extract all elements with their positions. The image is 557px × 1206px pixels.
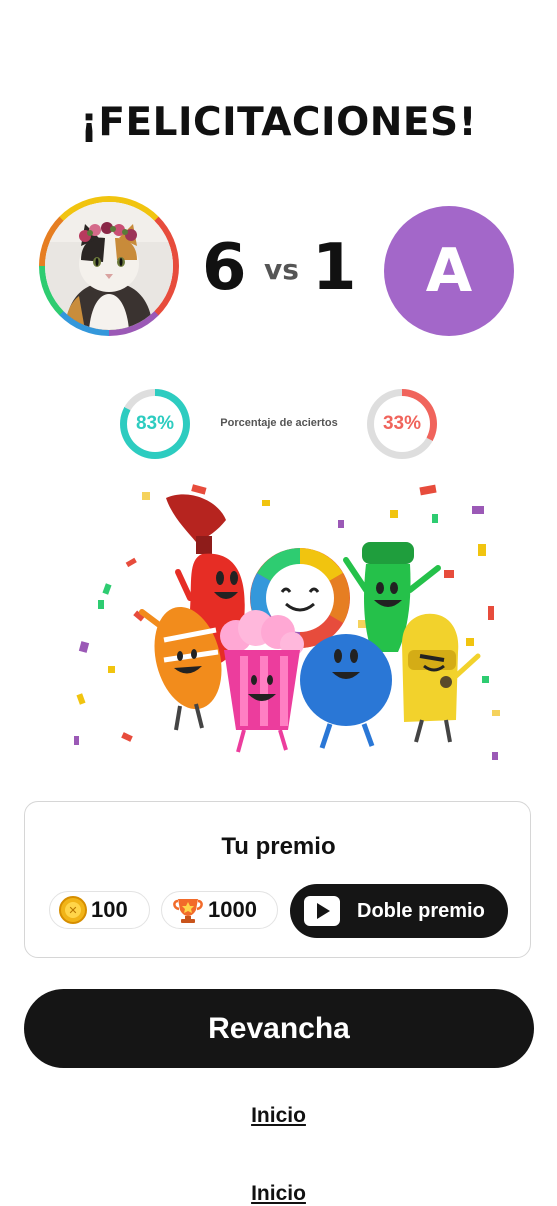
coins-value: 100	[91, 897, 128, 922]
double-prize-label: Doble premio	[357, 899, 485, 922]
blue-character	[300, 634, 392, 749]
opponent-accuracy-value: 33%	[374, 396, 430, 452]
home-link-secondary[interactable]: Inicio	[0, 1182, 557, 1206]
trophies-value: 1000	[208, 897, 257, 922]
home-link[interactable]: Inicio	[0, 1104, 557, 1128]
yellow-character	[402, 613, 481, 743]
opponent-avatar[interactable]: A	[384, 206, 514, 336]
pink-character	[220, 610, 304, 753]
player-avatar[interactable]	[39, 196, 179, 336]
page-title: ¡FELICITACIONES!	[80, 100, 477, 145]
coin-icon: ✕	[59, 896, 87, 924]
prize-title: Tu premio	[221, 833, 336, 860]
player-score: 6	[202, 231, 247, 305]
play-video-icon	[304, 896, 340, 926]
vs-label: vs	[264, 253, 299, 286]
player-accuracy-value: 83%	[127, 396, 183, 452]
opponent-score: 1	[312, 231, 357, 305]
trophy-icon	[172, 896, 204, 924]
rematch-button[interactable]: Revancha	[24, 989, 534, 1068]
opponent-accuracy-ring: 33%	[367, 389, 437, 459]
opponent-initial: A	[425, 236, 473, 306]
player-accuracy-ring: 83%	[120, 389, 190, 459]
celebration-illustration	[68, 480, 502, 770]
double-prize-button[interactable]: Doble premio	[290, 884, 508, 938]
cat-photo	[45, 202, 173, 330]
coins-reward: ✕ 100	[49, 891, 150, 929]
accuracy-label: Porcentaje de aciertos	[220, 417, 338, 429]
trophies-reward: 1000	[161, 891, 278, 929]
